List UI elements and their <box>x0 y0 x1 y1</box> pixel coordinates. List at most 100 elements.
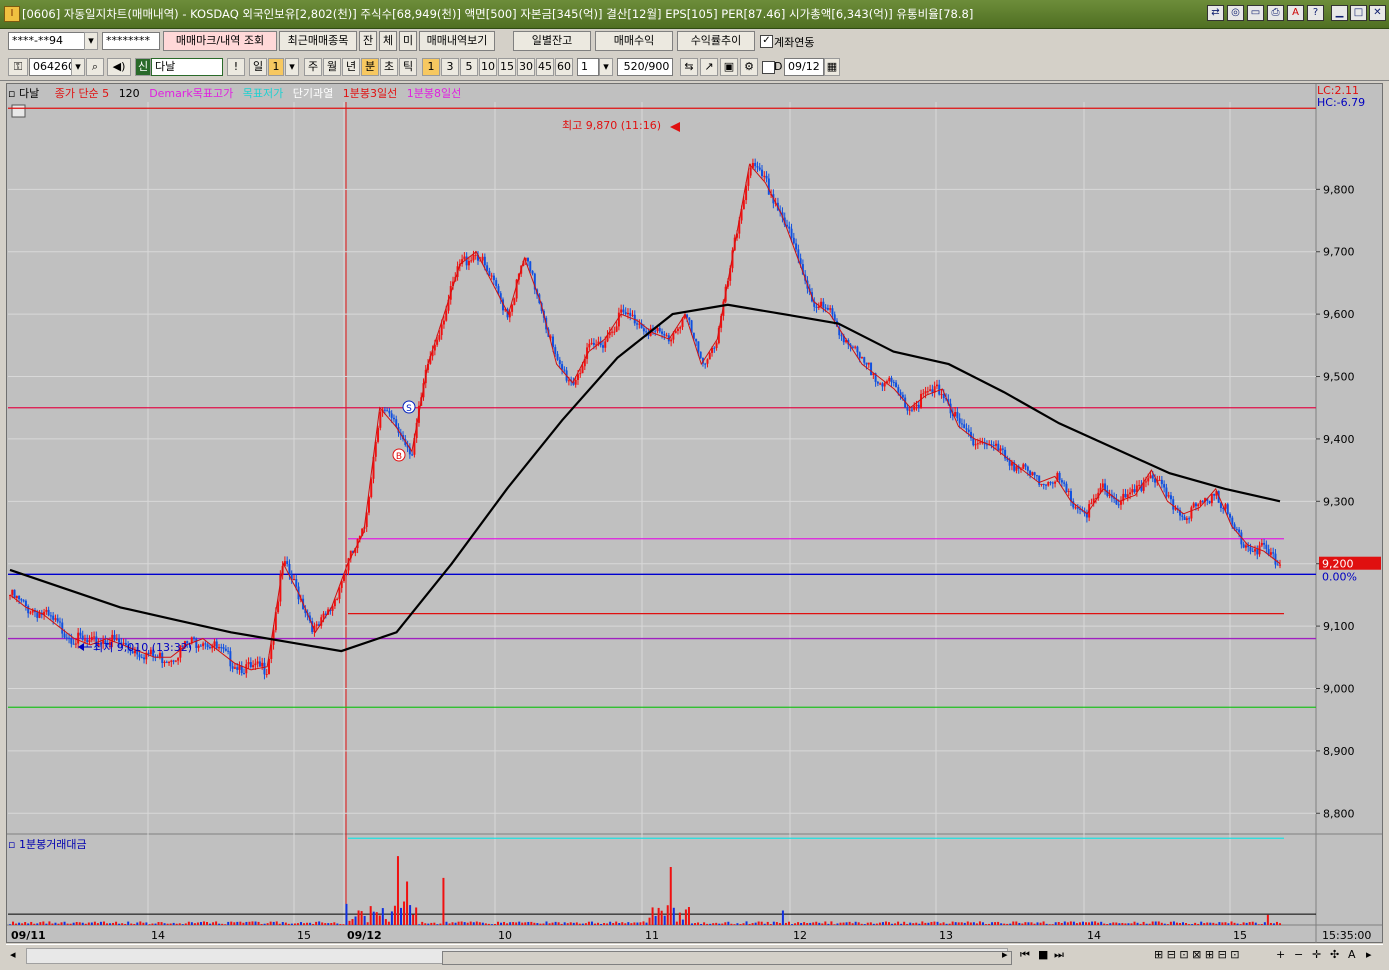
candle-body <box>590 342 593 344</box>
volume-bar <box>1191 924 1194 925</box>
candle-body <box>81 635 84 640</box>
volume-bar <box>697 922 700 925</box>
zoom-in-icon[interactable]: + <box>1276 948 1285 961</box>
scroll-right-icon[interactable]: ▸ <box>1002 948 1008 961</box>
volume-bar <box>1042 921 1045 925</box>
candle-body <box>879 383 882 385</box>
ma5-line <box>9 163 1281 671</box>
y-tick-label: 8,800 <box>1323 807 1355 820</box>
candle-body <box>624 312 627 315</box>
candle-body <box>826 308 829 310</box>
volume-bar <box>469 921 472 925</box>
volume-bar <box>1206 922 1209 925</box>
candle-body <box>642 328 645 332</box>
volume-bar <box>1027 922 1030 925</box>
volume-bar <box>30 921 33 925</box>
candle-body <box>674 330 677 334</box>
candle-body <box>556 353 559 360</box>
candle-body <box>765 175 768 179</box>
candle-body <box>588 343 591 348</box>
volume-bar <box>784 922 787 925</box>
candle-body <box>554 347 557 354</box>
candle-body <box>13 589 16 599</box>
volume-bar <box>333 922 336 925</box>
legend-target-low: 목표저가 <box>242 87 284 100</box>
volume-bar <box>848 921 851 925</box>
more-icon[interactable]: ▸ <box>1366 948 1372 961</box>
candle-body <box>960 423 963 425</box>
volume-bar <box>1133 921 1136 925</box>
volume-bar <box>1279 923 1281 925</box>
volume-bar <box>684 909 687 925</box>
candle-body <box>1001 448 1004 450</box>
volume-bar <box>675 921 678 925</box>
candle-body <box>265 674 268 676</box>
candle-body <box>1029 470 1032 476</box>
volume-bar <box>93 921 96 925</box>
volume-bar <box>969 922 972 925</box>
candle-body <box>790 228 793 238</box>
candle-body <box>1031 472 1034 476</box>
text-tool-icon[interactable]: A <box>1348 948 1356 961</box>
volume-bar <box>254 921 257 925</box>
legend-line8: 1분봉8일선 <box>406 87 462 100</box>
candle-body <box>922 393 925 395</box>
volume-bar <box>560 923 563 925</box>
volume-bar <box>215 921 218 925</box>
scroll-track[interactable] <box>26 948 1012 965</box>
volume-bar <box>166 923 169 925</box>
candle-body <box>611 331 614 333</box>
volume-bar <box>709 923 712 925</box>
volume-bar <box>863 924 866 925</box>
volume-bar <box>454 922 457 925</box>
candle-body <box>379 412 382 428</box>
candle-body <box>592 342 595 345</box>
volume-bar <box>45 923 48 925</box>
zoom-out-icon[interactable]: − <box>1294 948 1303 961</box>
volume-bar <box>763 923 766 925</box>
candle-body <box>1269 552 1272 555</box>
first-icon[interactable]: ⏮ <box>1020 948 1030 962</box>
stop-icon[interactable]: ■ <box>1038 948 1048 961</box>
volume-bar <box>157 922 160 925</box>
volume-bar <box>327 923 330 925</box>
price-chart[interactable]: 09/11 14 15 09/12 10 11 12 13 14 15 9,800 9,700 9,60… <box>0 0 1389 970</box>
candle-body <box>204 643 207 645</box>
scroll-thumb[interactable] <box>442 951 1012 965</box>
candle-body <box>663 333 666 336</box>
scroll-left-icon[interactable]: ◂ <box>10 948 16 961</box>
volume-bar <box>581 923 584 925</box>
last-icon[interactable]: ⏭ <box>1054 948 1064 962</box>
volume-bar <box>1236 923 1239 925</box>
volume-bar <box>69 923 72 925</box>
candle-body <box>172 660 175 662</box>
candle-body <box>224 648 227 651</box>
volume-bar <box>966 921 969 925</box>
volume-bar <box>1088 922 1091 925</box>
volume-bar <box>894 923 897 925</box>
volume-bar <box>636 922 639 925</box>
candle-body <box>901 394 904 398</box>
candle-body <box>1167 495 1170 497</box>
volume-bar <box>1139 923 1142 925</box>
move-icon[interactable]: ✣ <box>1330 948 1339 961</box>
chart-scrollbar[interactable]: ◂ ▸ ⏮ ■ ⏭ ⊞ ⊟ ⊡ ⊠ ⊞ ⊟ ⊡ + − ✛ ✣ A ▸ <box>6 944 1383 965</box>
candle-body <box>954 412 957 417</box>
crosshair-icon[interactable]: ✛ <box>1312 948 1321 961</box>
volume-bar <box>984 924 987 925</box>
candle-body <box>86 639 89 643</box>
candle-body <box>1242 544 1245 548</box>
volume-bar <box>409 905 412 925</box>
candle-body <box>168 662 171 664</box>
zoom-tools-icon[interactable]: ⊞ ⊟ ⊡ ⊠ ⊞ ⊟ ⊡ <box>1154 948 1240 961</box>
candle-body <box>481 256 484 261</box>
candle-body <box>231 666 234 669</box>
volume-bar <box>418 924 421 925</box>
volume-bar <box>1024 922 1027 925</box>
volume-legend-label: 1분봉거래대금 <box>18 838 87 851</box>
candle-body <box>77 632 80 644</box>
candle-body <box>567 380 570 382</box>
candle-body <box>899 392 902 395</box>
candle-body <box>202 643 205 647</box>
volume-bar <box>1103 923 1106 925</box>
